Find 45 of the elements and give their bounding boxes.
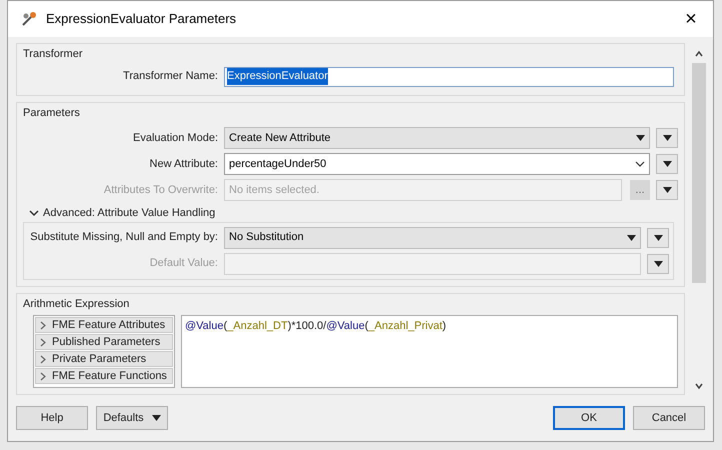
category-item[interactable]: Private Parameters [35, 351, 173, 367]
dropdown-arrow-icon[interactable] [152, 415, 161, 421]
dialog-button[interactable]: OK [553, 406, 625, 430]
chevron-icon[interactable] [29, 208, 39, 218]
field-label: Attributes To Overwrite: [102, 182, 218, 198]
options-button[interactable] [656, 180, 678, 200]
dropdown-arrow-icon[interactable] [654, 260, 662, 266]
scroll-up-icon[interactable] [694, 49, 704, 59]
name-field[interactable]: ExpressionEvaluator [224, 66, 674, 86]
category-item[interactable]: FME Feature Functions [35, 368, 173, 384]
dropdown-arrow-icon[interactable] [654, 234, 662, 240]
options-button[interactable] [647, 228, 669, 248]
field-label: Transformer Name: [122, 69, 218, 84]
group-title: Transformer [23, 47, 84, 62]
chevron-icon[interactable] [635, 161, 645, 167]
scroll-down-icon[interactable] [694, 381, 704, 391]
options-button[interactable] [656, 154, 678, 174]
dropdown[interactable]: No Substitution [224, 226, 641, 248]
dropdown[interactable]: Create New Attribute [224, 127, 650, 149]
category-item[interactable]: Published Parameters [35, 334, 173, 350]
field-label: Default Value: [148, 256, 218, 272]
scroll-thumb[interactable] [692, 63, 706, 283]
combo-box[interactable]: percentageUnder50 [224, 153, 650, 175]
expression-editor[interactable]: @Value(_Anzahl_DT)*100.0/@Value(_Anzahl_Privat) [181, 315, 678, 388]
category-item[interactable]: FME Feature Attributes [35, 317, 173, 333]
dialog-button[interactable]: Cancel [633, 406, 705, 430]
menu-button[interactable]: Defaults [96, 406, 168, 430]
dropdown-arrow-icon[interactable] [662, 187, 672, 193]
options-button[interactable] [647, 254, 669, 274]
group-title: Parameters [23, 106, 81, 120]
dropdown-arrow-icon[interactable] [662, 135, 672, 141]
section-title: Advanced: Attribute Value Handling [43, 206, 216, 221]
dropdown-arrow-icon[interactable] [636, 135, 645, 141]
field-label: Substitute Missing, Null and Empty by: [29, 230, 218, 246]
dropdown-arrow-icon[interactable] [627, 234, 636, 240]
dropdown-arrow-icon[interactable] [662, 161, 672, 167]
wizard-icon [20, 10, 38, 28]
field-label: New Attribute: [148, 156, 218, 172]
dialog-button[interactable]: Help [16, 406, 88, 430]
close-button[interactable]: × [681, 9, 701, 29]
window-title: ExpressionEvaluator Parameters [46, 10, 236, 28]
input-field: No items selected. [224, 179, 622, 201]
field-label: Evaluation Mode: [132, 130, 218, 146]
options-button[interactable] [656, 128, 678, 148]
group-title: Arithmetic Expression [23, 296, 130, 312]
